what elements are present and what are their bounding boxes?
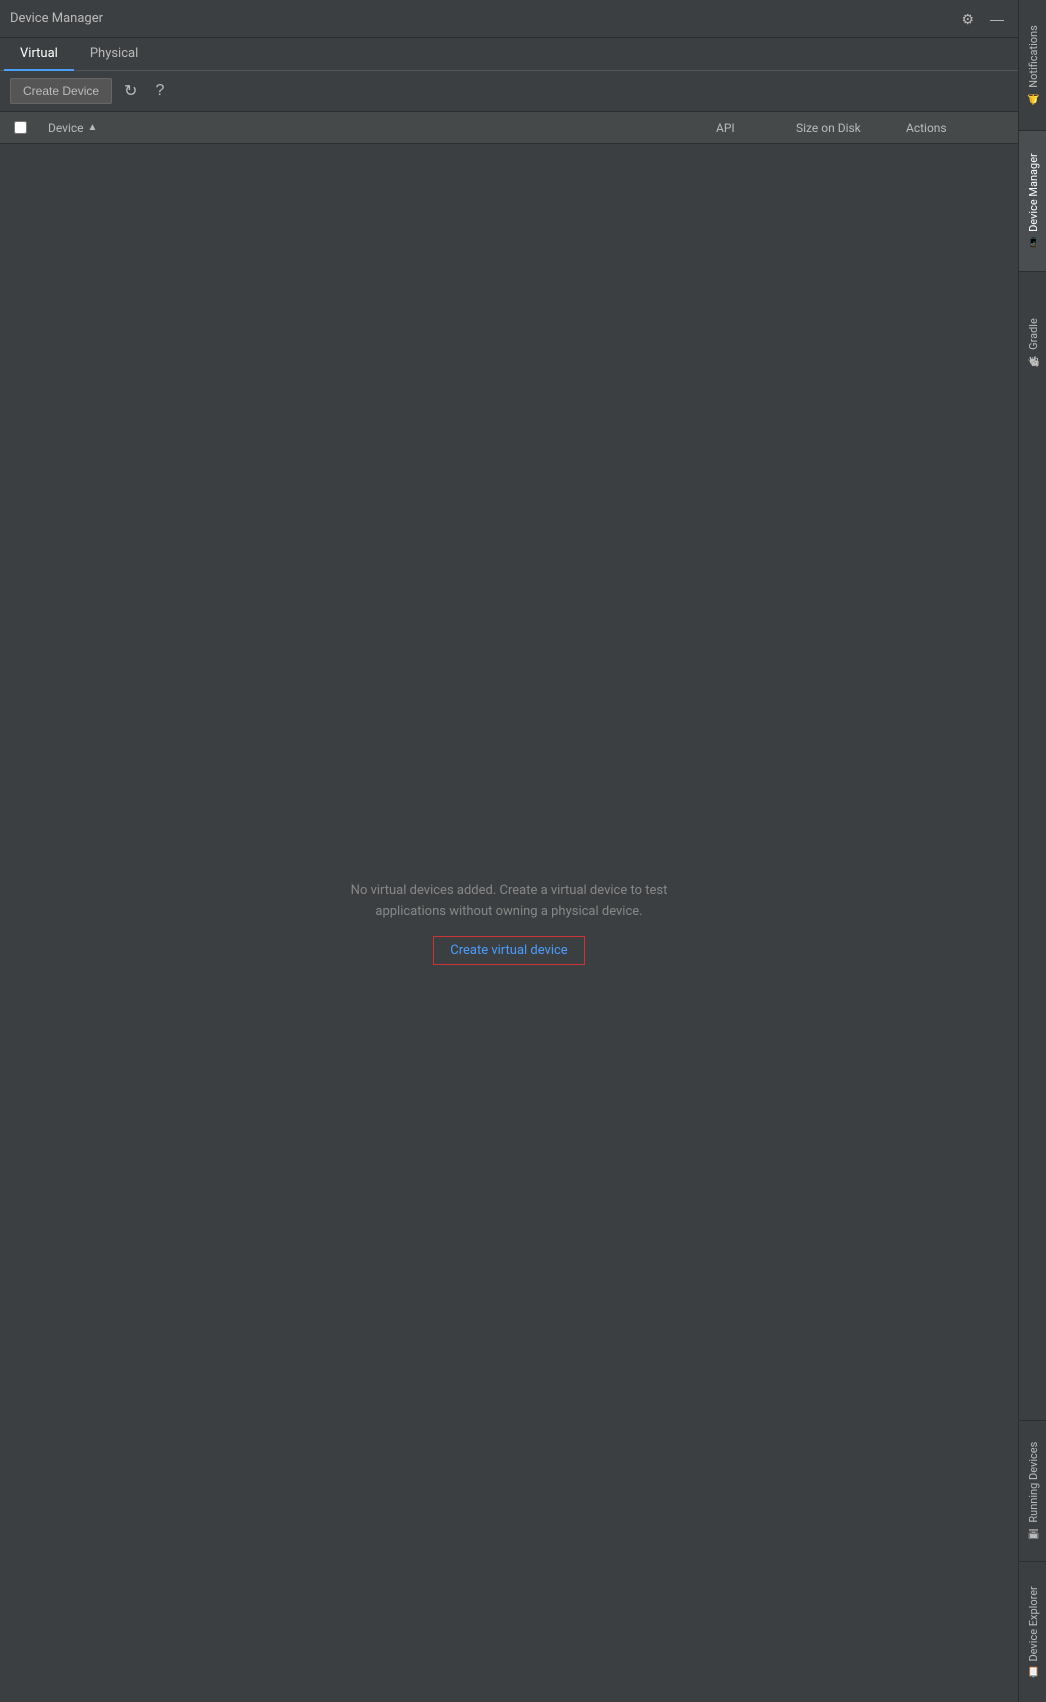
notifications-label: 🔔 Notifications [1027, 15, 1040, 115]
sort-arrow-icon: ▲ [88, 122, 98, 133]
toolbar: Create Device ↻ ? [0, 71, 1018, 112]
sidebar-item-device-explorer[interactable]: 📋 Device Explorer [1019, 1562, 1046, 1702]
create-virtual-device-link[interactable]: Create virtual device [433, 936, 584, 965]
device-explorer-label: 📋 Device Explorer [1027, 1576, 1040, 1689]
table-body: No virtual devices added. Create a virtu… [0, 144, 1018, 1702]
tab-virtual[interactable]: Virtual [4, 38, 74, 71]
tabs-bar: Virtual Physical [0, 38, 1018, 71]
device-column-label: Device [48, 121, 84, 135]
main-area: Device Manager ⚙ — Virtual Physical Crea… [0, 0, 1018, 1702]
sidebar-item-running-devices[interactable]: 🖥 Running Devices [1019, 1421, 1046, 1561]
app-title: Device Manager [10, 11, 103, 26]
size-column-label: Size on Disk [796, 121, 861, 135]
refresh-icon: ↻ [124, 81, 137, 101]
header-api[interactable]: API [708, 121, 788, 135]
running-devices-icon: 🖥 [1028, 1528, 1039, 1541]
device-explorer-icon: 📋 [1028, 1666, 1039, 1678]
refresh-button[interactable]: ↻ [118, 77, 143, 105]
header-actions[interactable]: Actions [898, 121, 1018, 135]
help-icon: ? [155, 82, 164, 100]
table-header: Device ▲ API Size on Disk Actions [0, 112, 1018, 144]
header-checkbox-cell [0, 112, 40, 143]
sidebar-spacer [1019, 412, 1046, 1420]
actions-column-label: Actions [906, 121, 947, 135]
sidebar-item-gradle[interactable]: 🐘 Gradle [1019, 272, 1046, 412]
sidebar-item-device-manager[interactable]: 📱 Device Manager [1019, 131, 1046, 271]
gradle-label: 🐘 Gradle [1027, 308, 1040, 377]
settings-button[interactable]: ⚙ [957, 10, 978, 28]
sidebar-item-notifications[interactable]: 🔔 Notifications [1019, 0, 1046, 130]
title-bar: Device Manager ⚙ — [0, 0, 1018, 38]
create-device-button[interactable]: Create Device [10, 78, 112, 104]
select-all-checkbox[interactable] [14, 121, 27, 134]
device-manager-sidebar-label: 📱 Device Manager [1027, 143, 1040, 259]
api-column-label: API [716, 121, 735, 135]
help-button[interactable]: ? [149, 78, 170, 104]
notification-icon: 🔔 [1028, 93, 1039, 105]
title-bar-actions: ⚙ — [957, 10, 1008, 28]
running-devices-label: 🖥 Running Devices [1027, 1432, 1040, 1551]
header-size-on-disk[interactable]: Size on Disk [788, 121, 898, 135]
tab-physical[interactable]: Physical [74, 38, 154, 71]
right-sidebar: 🔔 Notifications 📱 Device Manager 🐘 Gradl… [1018, 0, 1046, 1702]
minimize-button[interactable]: — [986, 10, 1008, 28]
device-manager-icon: 📱 [1028, 237, 1039, 249]
gradle-icon: 🐘 [1028, 354, 1039, 366]
empty-state-message: No virtual devices added. Create a virtu… [351, 881, 668, 923]
header-device[interactable]: Device ▲ [40, 121, 708, 135]
